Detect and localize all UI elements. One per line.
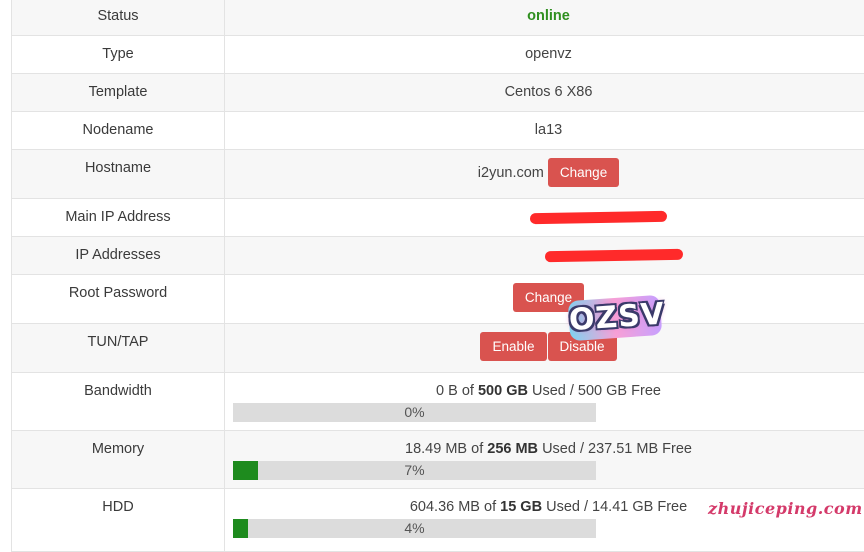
hdd-progress-bar: 4% <box>233 519 596 538</box>
nodename-label: Nodename <box>12 112 225 149</box>
row-status: Status online <box>12 0 864 36</box>
row-tun-tap: TUN/TAP Enable Disable <box>12 324 864 373</box>
status-label: Status <box>12 0 225 35</box>
hdd-label: HDD <box>12 489 225 551</box>
site-watermark: zhujiceping.com <box>708 499 863 518</box>
ip-addresses-redaction <box>544 248 683 263</box>
row-type: Type openvz <box>12 36 864 74</box>
bandwidth-progress-bar: 0% <box>233 403 596 422</box>
memory-progress-bar: 7% <box>233 461 596 480</box>
tun-tap-label: TUN/TAP <box>12 324 225 372</box>
status-value: online <box>527 8 570 24</box>
row-hostname: Hostname i2yun.com Change <box>12 150 864 199</box>
root-password-label: Root Password <box>12 275 225 323</box>
type-value: openvz <box>525 46 572 62</box>
row-ip-addresses: IP Addresses <box>12 237 864 275</box>
memory-usage-text: 18.49 MB of 256 MB Used / 237.51 MB Free <box>405 441 692 457</box>
server-info-table: Status online Type openvz Template Cento… <box>11 0 864 552</box>
template-label: Template <box>12 74 225 111</box>
row-memory: Memory 18.49 MB of 256 MB Used / 237.51 … <box>12 431 864 489</box>
row-main-ip: Main IP Address <box>12 199 864 237</box>
ozsv-badge-logo: OZSV <box>567 294 666 342</box>
nodename-value: la13 <box>534 122 563 138</box>
main-ip-redaction <box>529 210 668 225</box>
hdd-progress-fill <box>233 519 248 538</box>
row-nodename: Nodename la13 <box>12 112 864 150</box>
enable-tun-tap-button[interactable]: Enable <box>480 332 547 361</box>
memory-label: Memory <box>12 431 225 488</box>
hostname-label: Hostname <box>12 150 225 198</box>
ip-addresses-label: IP Addresses <box>12 237 225 274</box>
template-value: Centos 6 X86 <box>504 84 593 100</box>
memory-percent: 7% <box>404 462 425 478</box>
hostname-value: i2yun.com <box>477 165 544 181</box>
row-template: Template Centos 6 X86 <box>12 74 864 112</box>
row-bandwidth: Bandwidth 0 B of 500 GB Used / 500 GB Fr… <box>12 373 864 431</box>
bandwidth-percent: 0% <box>404 404 425 420</box>
change-hostname-button[interactable]: Change <box>547 158 620 187</box>
memory-progress-fill <box>233 461 259 480</box>
type-label: Type <box>12 36 225 73</box>
bandwidth-usage-text: 0 B of 500 GB Used / 500 GB Free <box>436 383 661 399</box>
bandwidth-label: Bandwidth <box>12 373 225 430</box>
hdd-percent: 4% <box>404 520 425 536</box>
main-ip-label: Main IP Address <box>12 199 225 236</box>
row-root-password: Root Password Change <box>12 275 864 324</box>
